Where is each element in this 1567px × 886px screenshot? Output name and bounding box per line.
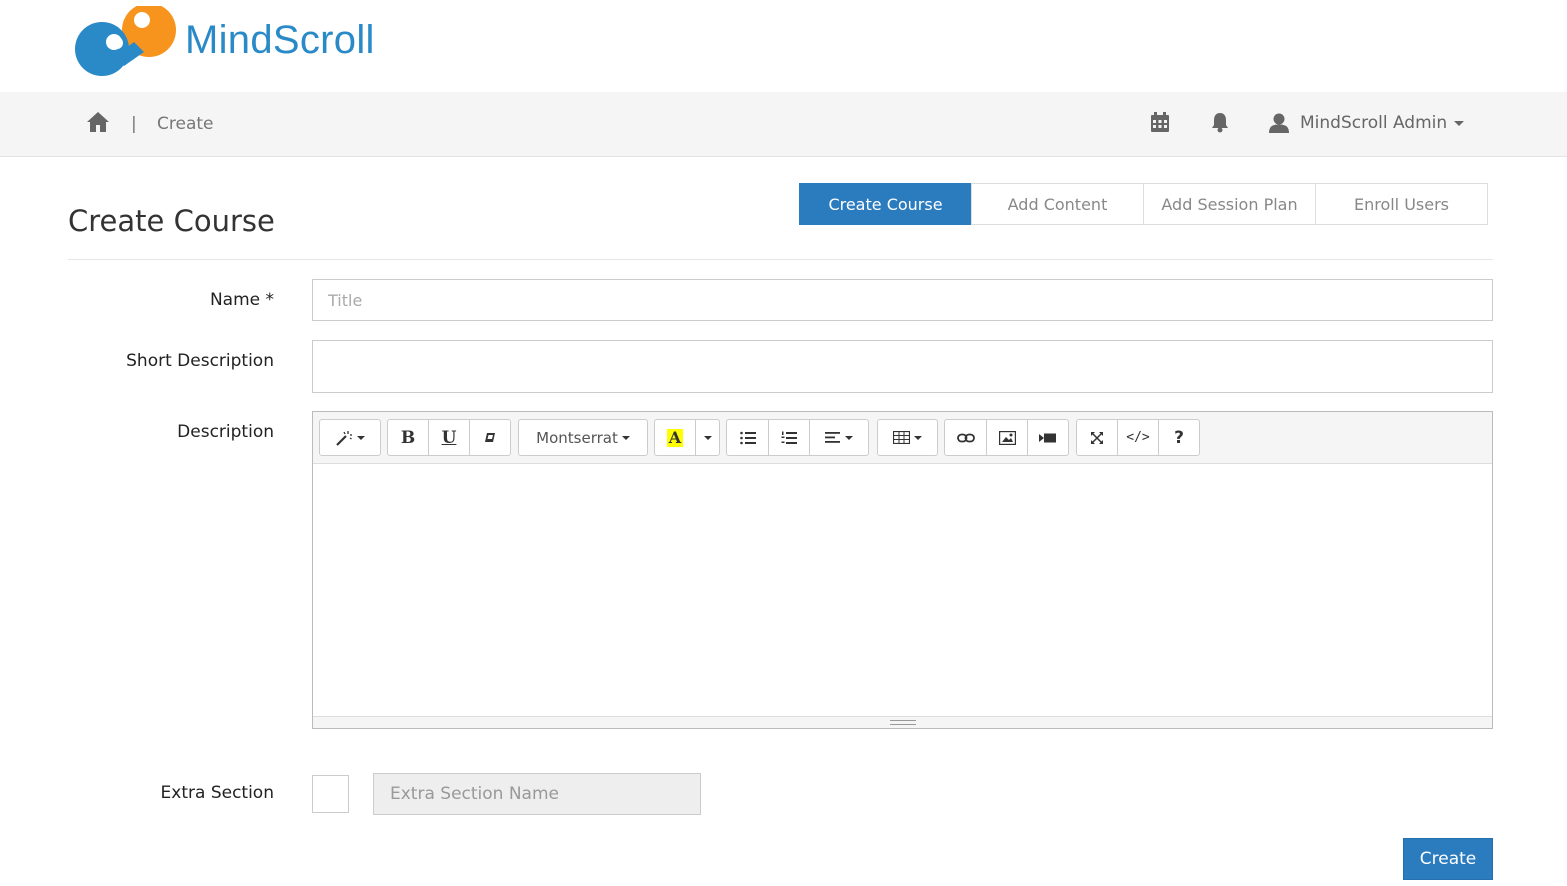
name-label: Name * <box>209 290 274 310</box>
caret-icon <box>914 435 922 440</box>
text-color-glyph: A <box>666 427 684 447</box>
resize-grip-icon <box>889 720 916 725</box>
expand-glyph-icon <box>1091 431 1103 444</box>
underline-icon[interactable]: U <box>428 419 470 456</box>
eraser-icon[interactable] <box>469 419 511 456</box>
table-glyph-icon <box>893 431 910 444</box>
breadcrumb-create[interactable]: Create <box>157 114 214 134</box>
align-left-glyph-icon <box>825 432 840 443</box>
caret-icon <box>703 435 712 440</box>
caret-icon <box>357 435 365 440</box>
link-icon[interactable] <box>944 419 987 456</box>
color-dropdown-button[interactable] <box>695 419 720 456</box>
calendar-icon[interactable] <box>1149 111 1171 133</box>
page-title: Create Course <box>68 204 275 238</box>
ordered-list-icon[interactable] <box>768 419 810 456</box>
eraser-glyph-icon <box>485 433 495 442</box>
help-icon[interactable]: ? <box>1158 419 1200 456</box>
table-icon[interactable] <box>877 419 938 456</box>
magic-wand-glyph-icon <box>336 430 352 446</box>
style-group <box>319 419 381 456</box>
picture-glyph-icon <box>998 430 1016 445</box>
bold-icon[interactable]: B <box>387 419 429 456</box>
top-navbar: | Create MindScroll Admin <box>0 92 1567 157</box>
step-add-session-plan[interactable]: Add Session Plan <box>1143 183 1316 225</box>
extra-section-checkbox[interactable] <box>312 775 349 813</box>
ul-glyph-icon <box>739 431 756 444</box>
create-button[interactable]: Create <box>1403 838 1493 880</box>
user-name: MindScroll Admin <box>1300 113 1448 133</box>
step-enroll-users[interactable]: Enroll Users <box>1315 183 1488 225</box>
code-view-icon[interactable]: </> <box>1117 419 1159 456</box>
home-icon[interactable] <box>86 111 110 133</box>
short-description-label: Short Description <box>126 351 274 371</box>
logo-bar: MindScroll <box>0 0 1567 92</box>
editor-toolbar: B U Montserrat A </> ? <box>313 412 1492 464</box>
user-icon <box>1269 113 1289 133</box>
mindscroll-logo-icon <box>75 6 176 76</box>
font-group: Montserrat <box>518 419 648 456</box>
magic-wand-icon[interactable] <box>319 419 381 456</box>
color-group: A <box>654 419 720 456</box>
divider <box>68 259 1493 260</box>
user-menu[interactable]: MindScroll Admin <box>1268 108 1465 138</box>
text-color-icon[interactable]: A <box>654 419 696 456</box>
caret-icon <box>845 435 853 440</box>
brand-name: MindScroll <box>185 18 375 62</box>
editor-content-area[interactable] <box>313 464 1492 716</box>
paragraph-group <box>726 419 869 456</box>
align-icon[interactable] <box>809 419 869 456</box>
font-family-value: Montserrat <box>536 428 618 447</box>
bell-icon[interactable] <box>1209 111 1231 133</box>
name-input[interactable] <box>312 279 1493 321</box>
chevron-down-icon <box>1454 120 1465 126</box>
table-group <box>877 419 938 456</box>
short-description-input[interactable] <box>312 340 1493 393</box>
fullscreen-icon[interactable] <box>1076 419 1118 456</box>
video-icon[interactable] <box>1027 419 1069 456</box>
extra-section-label: Extra Section <box>160 783 274 803</box>
font-family-dropdown[interactable]: Montserrat <box>518 419 648 456</box>
breadcrumb-separator: | <box>131 114 137 134</box>
description-editor: B U Montserrat A </> ? <box>312 411 1493 729</box>
course-steps: Create Course Add Content Add Session Pl… <box>799 183 1488 225</box>
editor-resize-handle[interactable] <box>313 716 1492 728</box>
link-glyph-icon <box>956 433 975 442</box>
video-glyph-icon <box>1039 433 1056 442</box>
misc-group: </> ? <box>1076 419 1200 456</box>
insert-group <box>944 419 1069 456</box>
description-label: Description <box>177 422 274 442</box>
step-add-content[interactable]: Add Content <box>971 183 1144 225</box>
caret-icon <box>621 435 630 440</box>
ol-glyph-icon <box>781 431 797 444</box>
unordered-list-icon[interactable] <box>726 419 769 456</box>
format-group: B U <box>387 419 511 456</box>
picture-icon[interactable] <box>986 419 1028 456</box>
extra-section-name-input[interactable] <box>373 773 701 815</box>
step-create-course[interactable]: Create Course <box>799 183 972 225</box>
